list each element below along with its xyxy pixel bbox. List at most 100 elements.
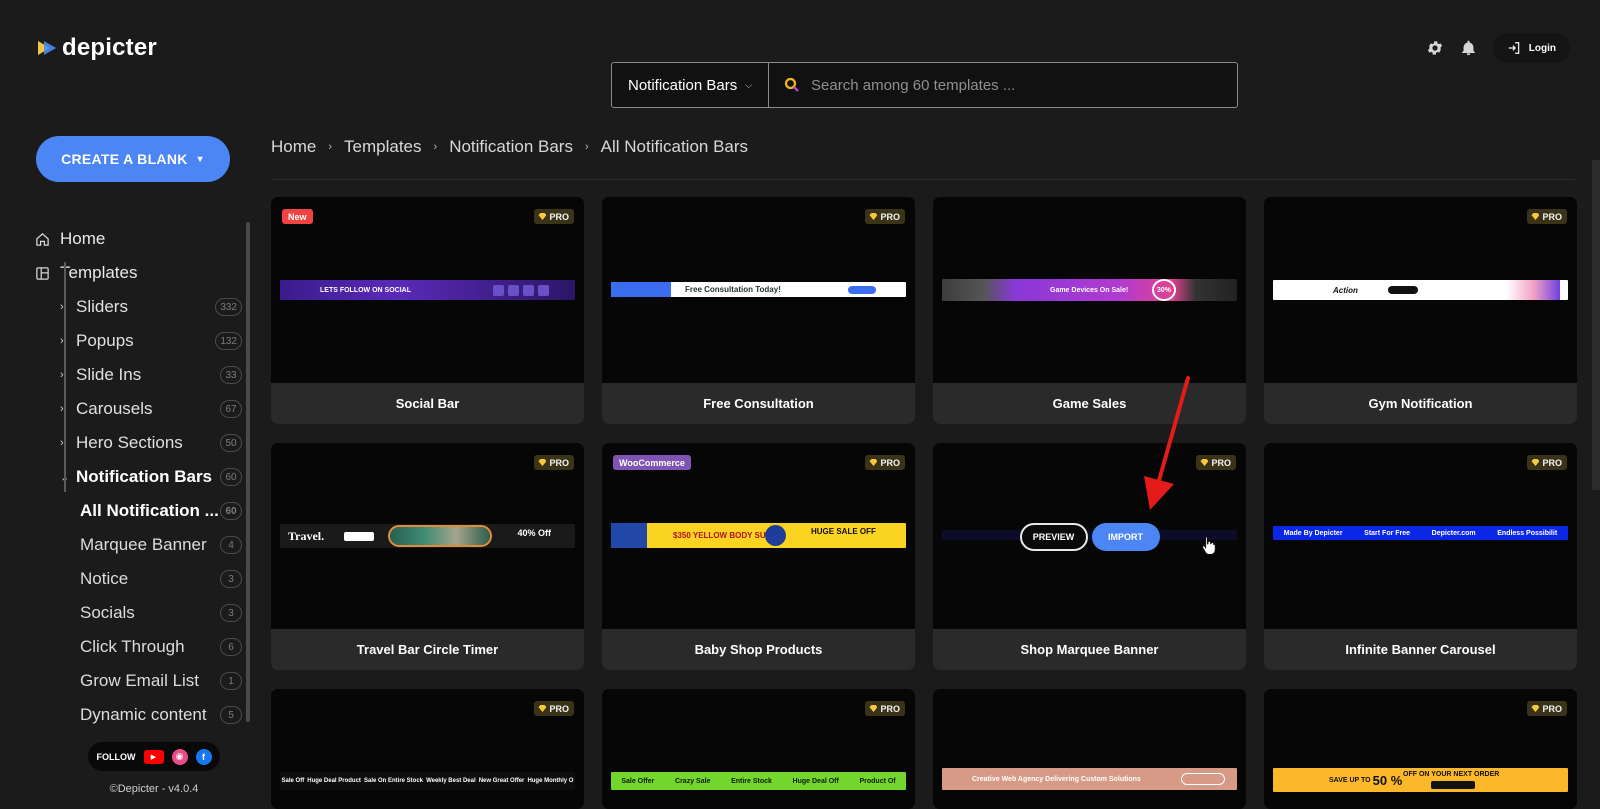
sidebar-item-grow-email-list[interactable]: Grow Email List 1 [34,664,250,698]
divider [271,179,1575,180]
youtube-icon[interactable]: ▶ [143,749,164,764]
sidebar-item-popups[interactable]: › Popups 132 [34,324,250,358]
template-card-shop-marquee-banner[interactable]: PRO PREVIEW IMPORT Shop Marquee Banner [933,443,1246,670]
sidebar-item-slide-ins[interactable]: › Slide Ins 33 [34,358,250,392]
template-card-gym-notification[interactable]: PRO Action Gym Notification [1264,197,1577,424]
template-card-save-up-to[interactable]: PRO SAVE UP TO 50 % OFF ON YOUR NEXT ORD… [1264,689,1577,809]
strip-text: SAVE UP TO [1329,776,1371,784]
hand-cursor-icon [1201,536,1216,555]
template-preview-strip: $350 YELLOW BODY SUIT HUGE SALE OFF [611,523,906,548]
search-bar: Notification Bars ⌵ [611,62,1238,108]
create-blank-button[interactable]: CREATE A BLANK ▼ [36,136,230,182]
dribbble-icon[interactable]: ◉ [171,748,188,765]
sidebar-item-carousels[interactable]: › Carousels 67 [34,392,250,426]
strip-button [848,285,876,294]
login-button[interactable]: Login [1492,33,1570,63]
import-button[interactable]: IMPORT [1091,523,1160,551]
app-window: depicter Login Notification Bars ⌵ CREAT… [0,0,1600,809]
breadcrumb-home[interactable]: Home [271,137,316,157]
strip-image [1506,280,1560,300]
sidebar-item-label: Dynamic content [80,705,207,724]
chevron-right-icon: › [584,141,589,153]
template-card-infinite-banner-carousel[interactable]: PRO Made By Depicter Start For Free Depi… [1264,443,1577,670]
pro-label: PRO [1542,211,1562,222]
sidebar-item-label: Sliders [76,297,128,316]
strip-subtext: OFF ON YOUR NEXT ORDER [1403,771,1500,778]
pro-label: PRO [880,703,900,714]
strip-item: Crazy Sale [675,777,711,785]
sidebar-item-marquee-banner[interactable]: Marquee Banner 4 [34,528,250,562]
sidebar-item-all-notification-bars[interactable]: All Notification ... 60 [34,494,250,528]
sidebar-item-home[interactable]: Home [34,222,250,256]
pro-badge: PRO [1527,209,1567,224]
strip-discount: 40% Off [517,528,551,538]
count-badge: 60 [220,468,242,486]
caret-down-icon: ▼ [195,154,205,164]
strip-button [1387,286,1418,294]
page-scrollbar[interactable] [1592,160,1600,490]
breadcrumb-notification-bars[interactable]: Notification Bars [449,137,573,157]
sidebar-item-notice[interactable]: Notice 3 [34,562,250,596]
template-card-crazy-sale[interactable]: PRO Sale Offer Crazy Sale Entire Stock H… [602,689,915,809]
pro-badge: PRO [1527,455,1567,470]
template-card-marquee-ticker[interactable]: PRO Sale Off Huge Deal Product Sale On E… [271,689,584,809]
sidebar-item-sliders[interactable]: › Sliders 332 [34,290,250,324]
templates-icon [34,265,50,281]
gear-icon[interactable] [1425,38,1445,58]
template-title: Shop Marquee Banner [933,629,1246,670]
template-card-free-consultation[interactable]: PRO Free Consultation Today! Free Consul… [602,197,915,424]
pro-label: PRO [1542,457,1562,468]
chevron-right-icon: › [433,141,438,153]
strip-item: Huge Deal Off [792,777,839,785]
count-badge: 5 [220,706,242,724]
woocommerce-badge: WooCommerce [613,455,691,470]
template-card-social-bar[interactable]: New PRO LETS FOLLOW ON SOCIAL Social Bar [271,197,584,424]
preview-button[interactable]: PREVIEW [1019,523,1088,551]
pro-badge: PRO [534,701,574,716]
strip-button [1431,781,1475,789]
search-input[interactable] [811,76,1237,94]
template-card-game-sales[interactable]: Game Devices On Sale! 30% Game Sales [933,197,1246,424]
template-title: Gym Notification [1264,383,1577,424]
strip-item: Product Of [859,777,896,785]
follow-bar: FOLLOW ▶ ◉ f [88,742,220,771]
template-title: Baby Shop Products [602,629,915,670]
facebook-icon[interactable]: f [195,748,212,765]
social-icons [493,284,549,296]
breadcrumb-templates[interactable]: Templates [344,137,421,157]
brand-logo[interactable]: depicter [38,34,157,62]
category-dropdown[interactable]: Notification Bars ⌵ [612,63,770,107]
sidebar-scrollbar[interactable] [246,222,250,722]
sidebar-item-label: Carousels [76,399,153,418]
sidebar-item-dynamic-content[interactable]: Dynamic content 5 [34,698,250,732]
gem-icon [538,459,547,466]
strip-item: Endless Possibilit [1497,529,1558,537]
brand-name: depicter [62,34,157,61]
login-label: Login [1528,42,1556,54]
sidebar-item-notification-bars[interactable]: ⌄ Notification Bars 60 [34,460,250,494]
pro-badge: PRO [865,701,905,716]
pro-label: PRO [549,457,569,468]
template-preview-strip: Game Devices On Sale! 30% [942,279,1237,301]
bell-icon[interactable] [1459,38,1479,58]
count-badge: 67 [220,400,242,418]
strip-text: $350 YELLOW BODY SUIT [673,531,773,540]
sidebar-item-label: Hero Sections [76,433,183,452]
template-card-baby-shop-products[interactable]: WooCommerce PRO $350 YELLOW BODY SUIT HU… [602,443,915,670]
sidebar-item-click-through[interactable]: Click Through 6 [34,630,250,664]
count-badge: 3 [220,570,242,588]
template-title: Game Sales [933,383,1246,424]
template-title: Free Consultation [602,383,915,424]
version-copyright: ©Depicter - v4.0.4 [109,783,199,795]
template-card-travel-bar-circle-timer[interactable]: PRO Travel. 40% Off Travel Bar Circle Ti… [271,443,584,670]
strip-button [1180,773,1225,785]
subcategory-tree-line [64,262,66,492]
template-title: Infinite Banner Carousel [1264,629,1577,670]
sidebar-item-socials[interactable]: Socials 3 [34,596,250,630]
pro-badge: PRO [1196,455,1236,470]
sidebar-item-hero-sections[interactable]: › Hero Sections 50 [34,426,250,460]
sidebar-item-templates[interactable]: Templates [34,256,250,290]
template-preview-strip: Sale Off Huge Deal Product Sale On Entir… [280,772,575,790]
template-card-web-agency[interactable]: Creative Web Agency Delivering Custom So… [933,689,1246,809]
strip-image [388,525,492,547]
